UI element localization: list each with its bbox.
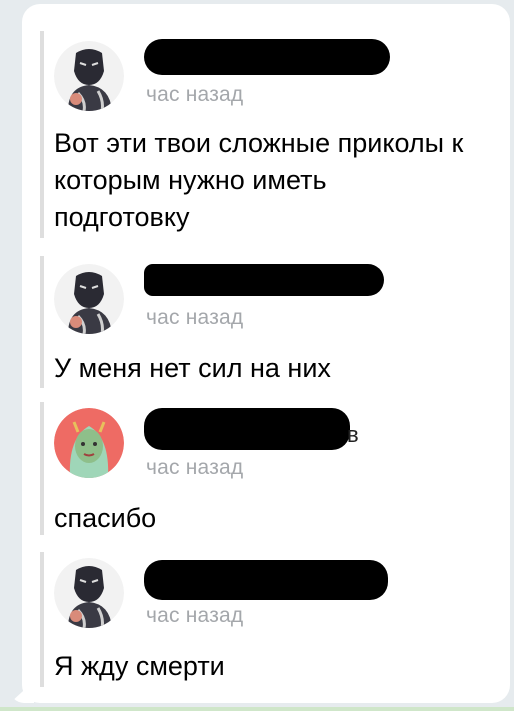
man-portrait-icon[interactable] [54,264,124,334]
chat-background-edge [0,707,514,711]
quote-bar [40,31,44,238]
quote-bar [40,552,44,687]
message-time: час назад [146,604,244,627]
quote-bar [40,256,44,388]
man-portrait-icon[interactable] [54,558,124,628]
sender-name-redacted [144,408,350,450]
girl-portrait-icon[interactable] [54,408,124,478]
message-text: У меня нет сил на них [54,353,331,383]
forwarded-message[interactable]: час назад У меня нет сил на них [40,256,500,388]
sender-name-tail: в [347,422,359,447]
sender-name-redacted [144,560,388,600]
message-text: спасибо [54,503,157,533]
forwarded-message[interactable]: час назад Я жду смерти [40,552,500,687]
message-bubble: час назад Вот эти твои сложные приколы к… [22,4,510,703]
message-time: час назад [146,306,244,329]
sender-name-redacted [144,39,390,75]
message-text: Вот эти твои сложные приколы к которым н… [54,128,464,232]
sender-name-redacted [144,264,384,296]
forwarded-message[interactable]: час назад Вот эти твои сложные приколы к… [40,31,500,238]
quote-bar [40,402,44,535]
message-time: час назад [146,456,244,479]
message-time: час назад [146,83,244,106]
man-portrait-icon[interactable] [54,41,124,111]
forwarded-message[interactable]: в час назад спасибо [40,402,500,535]
message-text: Я жду смерти [54,651,225,681]
